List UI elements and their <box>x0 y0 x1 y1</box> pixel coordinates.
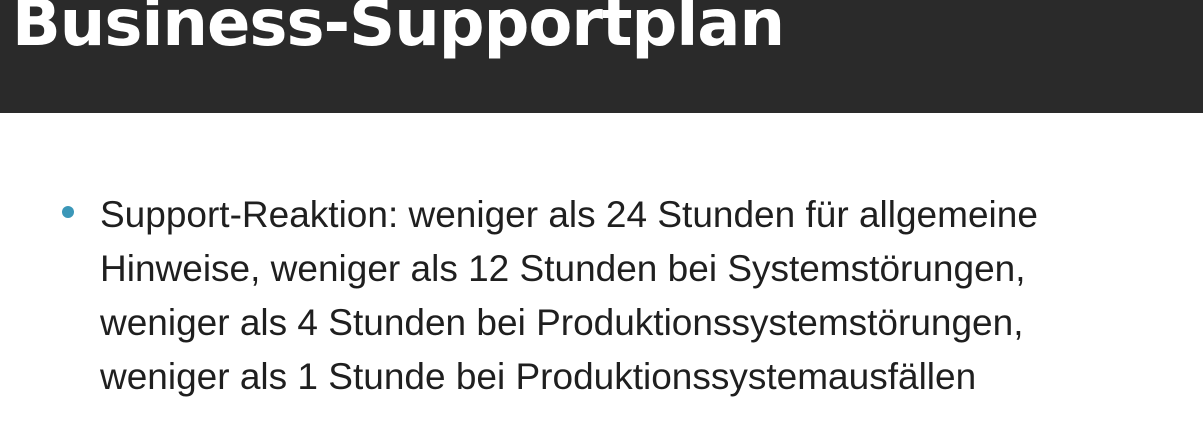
bullet-item: Support-Reaktion: weniger als 24 Stunden… <box>60 188 1180 404</box>
title-bar: Business-Supportplan <box>0 0 1203 113</box>
bullet-line-1: Support-Reaktion: weniger als 24 Stunden… <box>100 194 1038 235</box>
bullet-line-3: weniger als 4 Stunden bei Produktionssys… <box>100 302 1024 343</box>
slide-title: Business-Supportplan <box>12 0 785 61</box>
bullet-line-2: Hinweise, weniger als 12 Stunden bei Sys… <box>100 248 1026 289</box>
bullet-list: Support-Reaktion: weniger als 24 Stunden… <box>60 188 1180 404</box>
bullet-dot-icon <box>62 206 74 218</box>
slide: Business-Supportplan Support-Reaktion: w… <box>0 0 1203 436</box>
bullet-line-4: weniger als 1 Stunde bei Produktionssyst… <box>100 356 977 397</box>
bullet-text: Support-Reaktion: weniger als 24 Stunden… <box>100 188 1180 404</box>
